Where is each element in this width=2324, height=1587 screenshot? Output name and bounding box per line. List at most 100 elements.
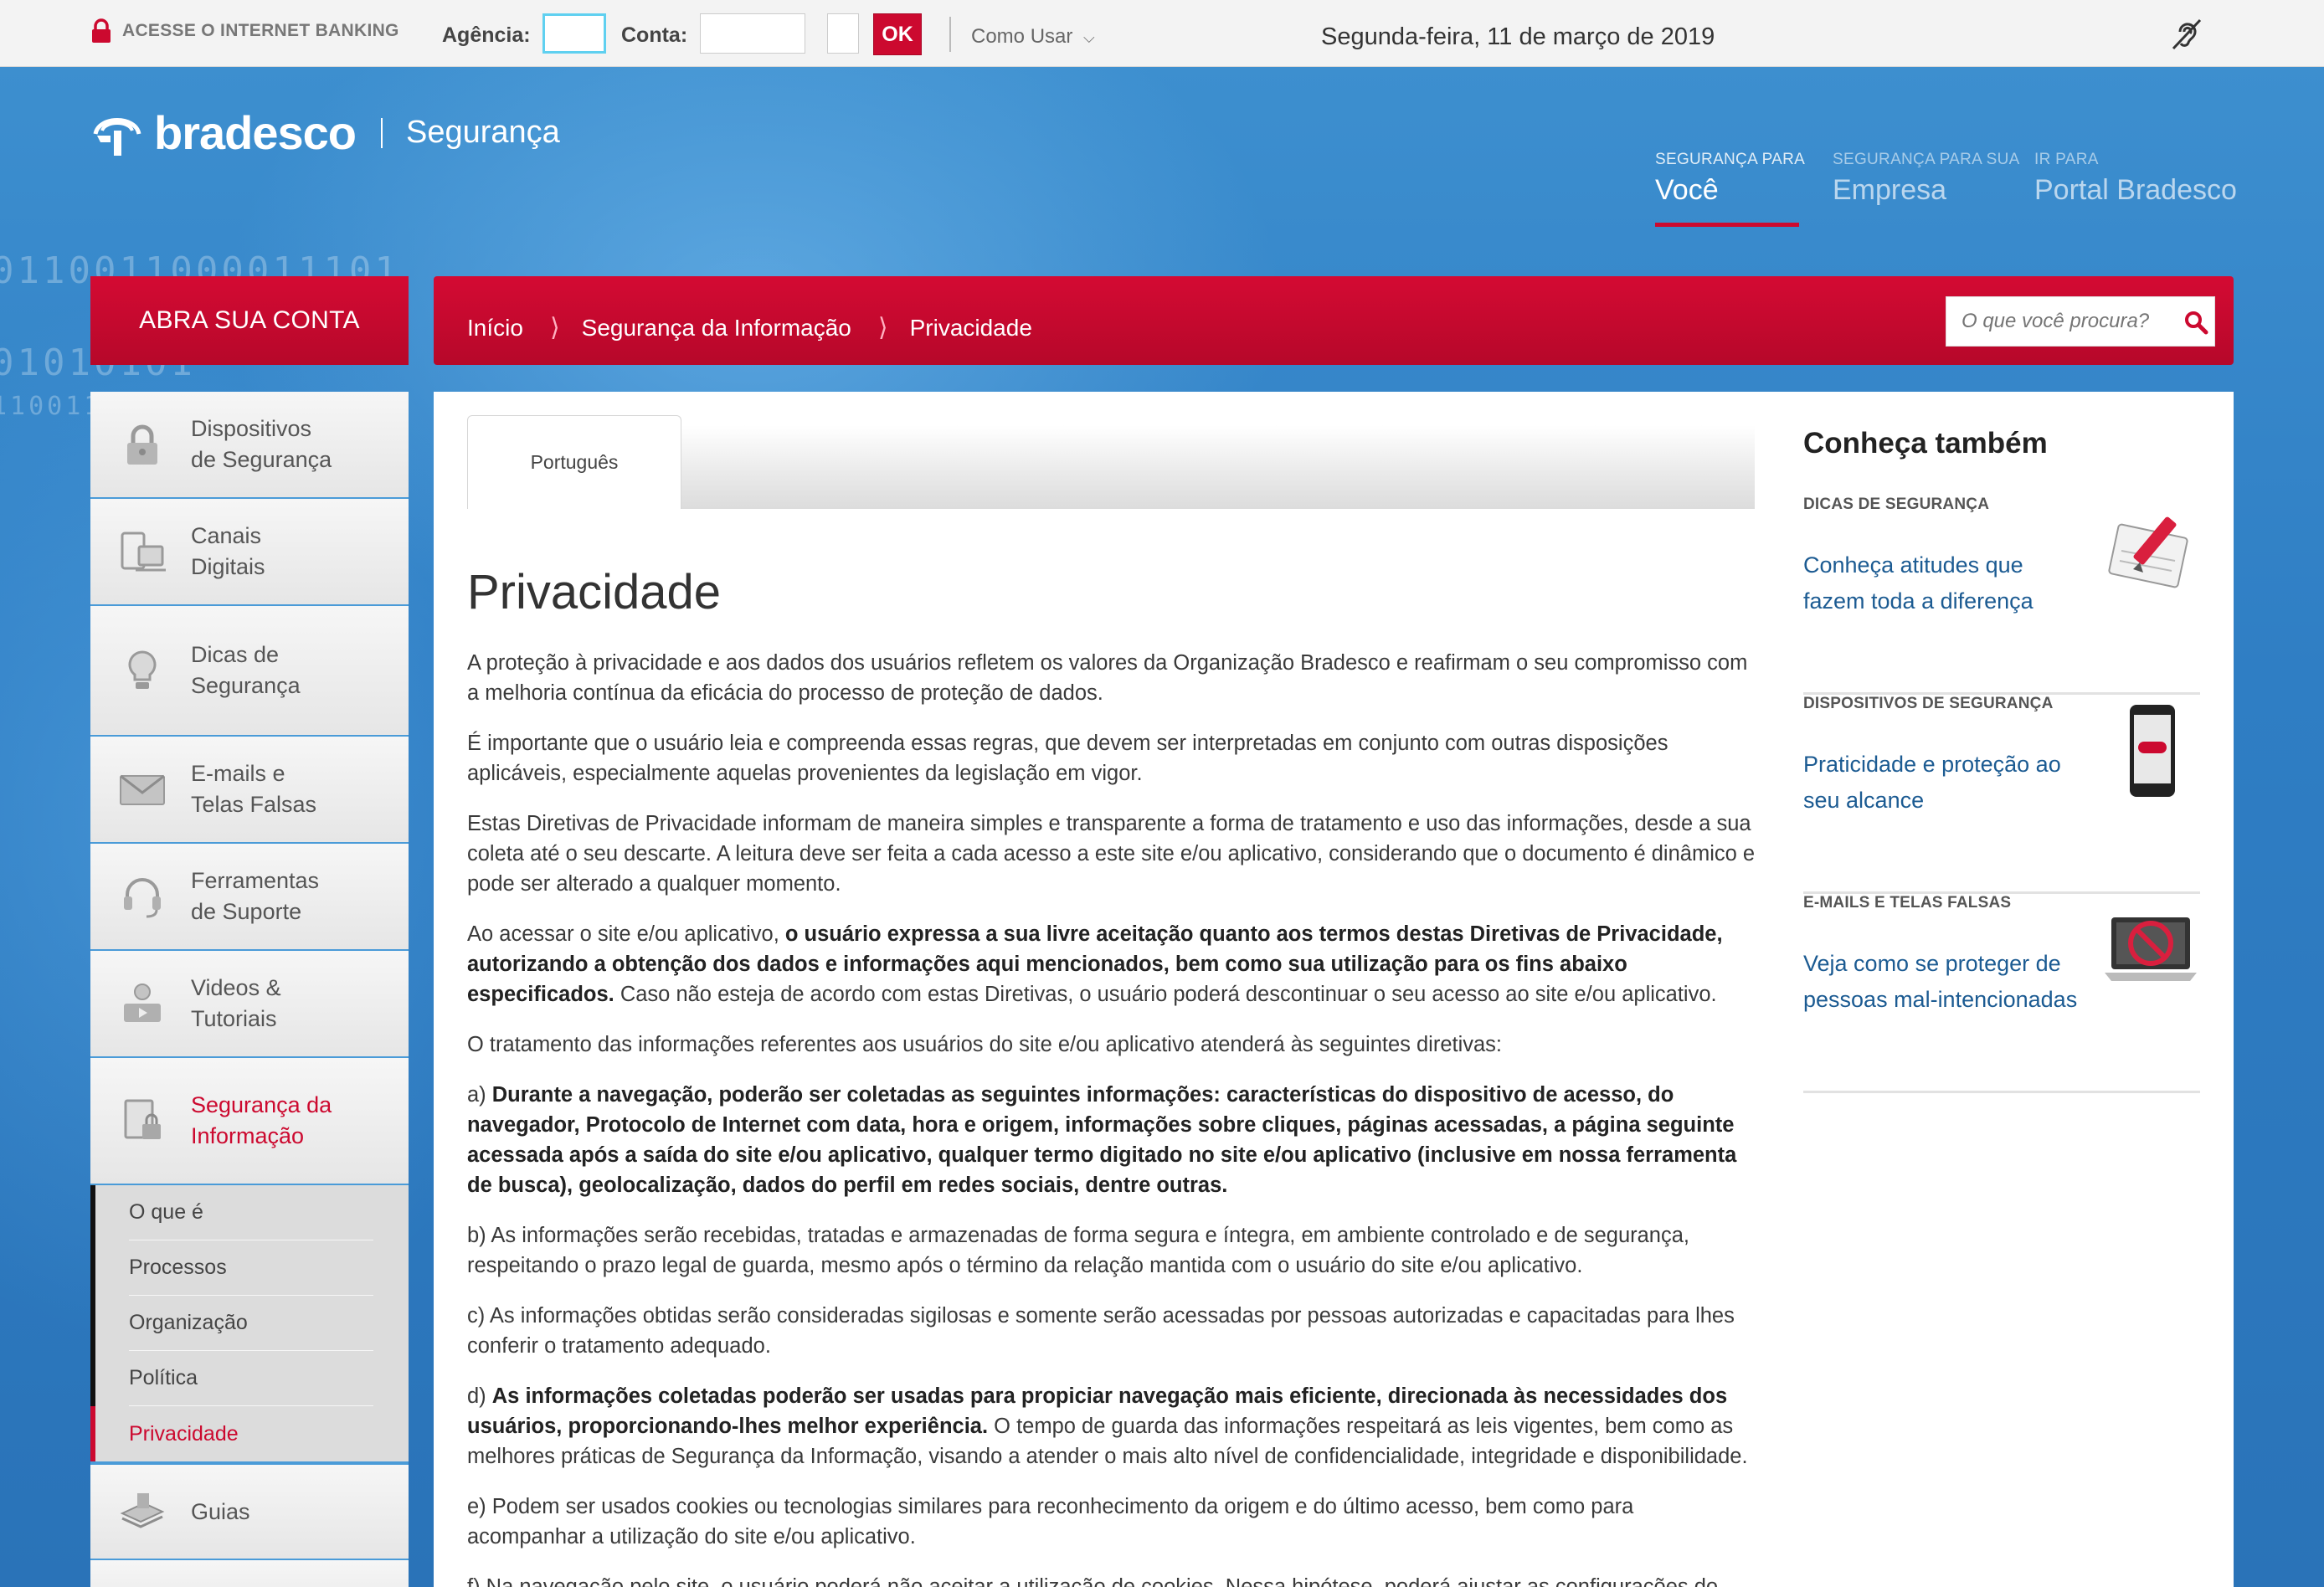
paragraph: e) Podem ser usados cookies ou tecnologi…: [467, 1495, 1634, 1548]
nav-kicker: SEGURANÇA PARA SUA: [1833, 151, 2020, 168]
sidebar-item-label: Dicas de Segurança: [191, 642, 301, 698]
paragraph: c) As informações obtidas serão consider…: [467, 1304, 1735, 1358]
paragraph: Estas Diretivas de Privacidade informam …: [467, 812, 1756, 896]
submenu: O que é Processos Organização Política P…: [90, 1185, 409, 1461]
headset-icon: [124, 878, 161, 918]
text: d): [467, 1384, 492, 1408]
sidebar-item-dispositivos[interactable]: Dispositivos de Segurança: [90, 392, 409, 499]
nav-kicker: IR PARA: [2034, 151, 2099, 168]
paragraph: O tratamento das informações referentes …: [467, 1033, 1503, 1056]
agencia-label: Agência:: [442, 23, 531, 47]
sidebar-item-seguranca-informacao[interactable]: Segurança da Informação: [90, 1058, 409, 1185]
chevron-down-icon: ⌵: [1083, 29, 1095, 46]
card-link[interactable]: Praticidade e proteção ao seu alcance: [1803, 747, 2088, 819]
card-link[interactable]: Conheça atitudes que fazem toda a difere…: [1803, 547, 2088, 619]
main-content: Português Privacidade A proteção à priva…: [434, 392, 2234, 1587]
sidebar-item-videos-tutoriais[interactable]: Videos & Tutoriais: [90, 951, 409, 1058]
brand-name: bradesco: [154, 106, 357, 159]
related-column: Conheça também DICAS DE SEGURANÇA Conheç…: [1803, 422, 2200, 1093]
breadcrumb-seguranca-informacao[interactable]: Segurança da Informação: [582, 315, 851, 342]
related-card-emails[interactable]: E-MAILS E TELAS FALSAS Veja como se prot…: [1803, 894, 2200, 1093]
submenu-item-politica[interactable]: Política: [129, 1351, 373, 1406]
search-icon[interactable]: [2183, 309, 2209, 336]
paragraph: d) As informações coletadas poderão ser …: [467, 1381, 1756, 1471]
video-tutorial-icon: [124, 984, 161, 1022]
internet-banking-label: ACESSE O INTERNET BANKING: [122, 21, 399, 40]
nav-seguranca-voce[interactable]: SEGURANÇA PARA Você: [1655, 151, 1805, 207]
section-name: Segurança: [406, 115, 560, 150]
sidebar-item-label: Dispositivos de Segurança: [191, 416, 332, 472]
divider: [381, 117, 383, 148]
sidebar-item-label: Guias: [191, 1498, 250, 1524]
paragraph: a) Durante a navegação, poderão ser cole…: [467, 1080, 1756, 1200]
envelope-icon: [120, 774, 165, 805]
sidebar-item-guias[interactable]: Guias: [90, 1461, 409, 1560]
card-link[interactable]: Veja como se proteger de pessoas mal-int…: [1803, 946, 2088, 1018]
internet-banking-link[interactable]: ACESSE O INTERNET BANKING: [90, 18, 399, 44]
paragraph: Ao acessar o site e/ou aplicativo, o usu…: [467, 919, 1756, 1009]
hearing-accessibility-icon[interactable]: [2168, 15, 2205, 52]
como-usar-dropdown[interactable]: Como Usar ⌵: [971, 25, 1095, 49]
nav-label: Empresa: [1833, 174, 1947, 206]
lock-icon: [92, 18, 111, 43]
paragraph: b) As informações serão recebidas, trata…: [467, 1224, 1689, 1277]
conta-digito-input[interactable]: [827, 13, 859, 54]
card-kicker: E-MAILS E TELAS FALSAS: [1803, 894, 2012, 912]
breadcrumb: Início ⟩ Segurança da Informação ⟩ Priva…: [467, 313, 1032, 342]
no-malware-laptop-icon: [2105, 917, 2197, 981]
card-kicker: DICAS DE SEGURANÇA: [1803, 496, 1990, 513]
paragraph: f) Na navegação pelo site, o usuário pod…: [467, 1575, 1719, 1587]
article-body: A proteção à privacidade e aos dados dos…: [467, 648, 1756, 1587]
bradesco-tree-icon: [93, 117, 141, 156]
lock-icon: [127, 424, 157, 465]
breadcrumb-inicio[interactable]: Início: [467, 315, 523, 342]
chevron-right-icon: ⟩: [877, 314, 888, 342]
conta-label: Conta:: [621, 23, 688, 47]
ok-button[interactable]: OK: [873, 13, 922, 55]
secure-document-icon: [124, 1099, 161, 1139]
sidebar-item-label: Ferramentas de Suporte: [191, 868, 320, 924]
text: Caso não esteja de acordo com estas Dire…: [614, 983, 1717, 1006]
breadcrumb-bar: Início ⟩ Segurança da Informação ⟩ Priva…: [434, 276, 2234, 365]
nav-label: Você: [1655, 174, 1719, 206]
sidebar-item-canais-digitais[interactable]: Canais Digitais: [90, 499, 409, 606]
tab-portugues[interactable]: Português: [467, 415, 681, 509]
text: Ao acessar o site e/ou aplicativo,: [467, 922, 785, 946]
submenu-item-privacidade[interactable]: Privacidade: [129, 1406, 373, 1461]
bradesco-logo[interactable]: bradesco Segurança: [90, 105, 560, 160]
submenu-item-processos[interactable]: Processos: [129, 1240, 373, 1296]
related-title: Conheça também: [1803, 427, 2048, 460]
related-card-dicas[interactable]: DICAS DE SEGURANÇA Conheça atitudes que …: [1803, 496, 2200, 695]
sidebar-item-label: Segurança da Informação: [191, 1092, 332, 1148]
abra-sua-conta-button[interactable]: ABRA SUA CONTA: [90, 276, 409, 365]
nav-portal-bradesco[interactable]: IR PARA Portal Bradesco: [2034, 151, 2237, 207]
agencia-input[interactable]: [542, 13, 606, 54]
devices-icon: [121, 532, 166, 572]
related-card-dispositivos[interactable]: DISPOSITIVOS DE SEGURANÇA Praticidade e …: [1803, 695, 2200, 894]
submenu-item-o-que-e[interactable]: O que é: [129, 1185, 373, 1240]
paragraph: A proteção à privacidade e aos dados dos…: [467, 651, 1748, 705]
paragraph: É importante que o usuário leia e compre…: [467, 732, 1668, 785]
sidebar-item-ferramentas-suporte[interactable]: Ferramentas de Suporte: [90, 844, 409, 951]
nav-kicker: SEGURANÇA PARA: [1655, 151, 1806, 168]
search-input[interactable]: [1946, 297, 2172, 346]
sidebar-item-emails-telas-falsas[interactable]: E-mails e Telas Falsas: [90, 737, 409, 844]
bold-text: Durante a navegação, poderão ser coletad…: [467, 1083, 1737, 1197]
submenu-item-organizacao[interactable]: Organização: [129, 1296, 373, 1351]
chevron-right-icon: ⟩: [549, 314, 560, 342]
search-box: [1946, 296, 2215, 347]
divider: [949, 17, 951, 52]
sidebar-item-label: E-mails e Telas Falsas: [191, 761, 317, 817]
breadcrumb-privacidade: Privacidade: [909, 314, 1032, 341]
nav-seguranca-empresa[interactable]: SEGURANÇA PARA SUA Empresa: [1833, 151, 2020, 207]
smartphone-icon: [2130, 705, 2175, 797]
sidebar-item-dicas-seguranca[interactable]: Dicas de Segurança: [90, 606, 409, 737]
como-usar-label: Como Usar: [971, 25, 1073, 48]
guide-book-icon: [120, 1493, 165, 1528]
conta-input[interactable]: [700, 13, 805, 54]
submenu-list: O que é Processos Organização Política P…: [90, 1185, 409, 1461]
sidebar-item-label: Videos & Tutoriais: [191, 975, 281, 1031]
sidebar-item-next[interactable]: [90, 1560, 409, 1587]
nav-active-indicator: [1655, 223, 1799, 227]
top-bar: ACESSE O INTERNET BANKING Agência: Conta…: [0, 0, 2324, 67]
